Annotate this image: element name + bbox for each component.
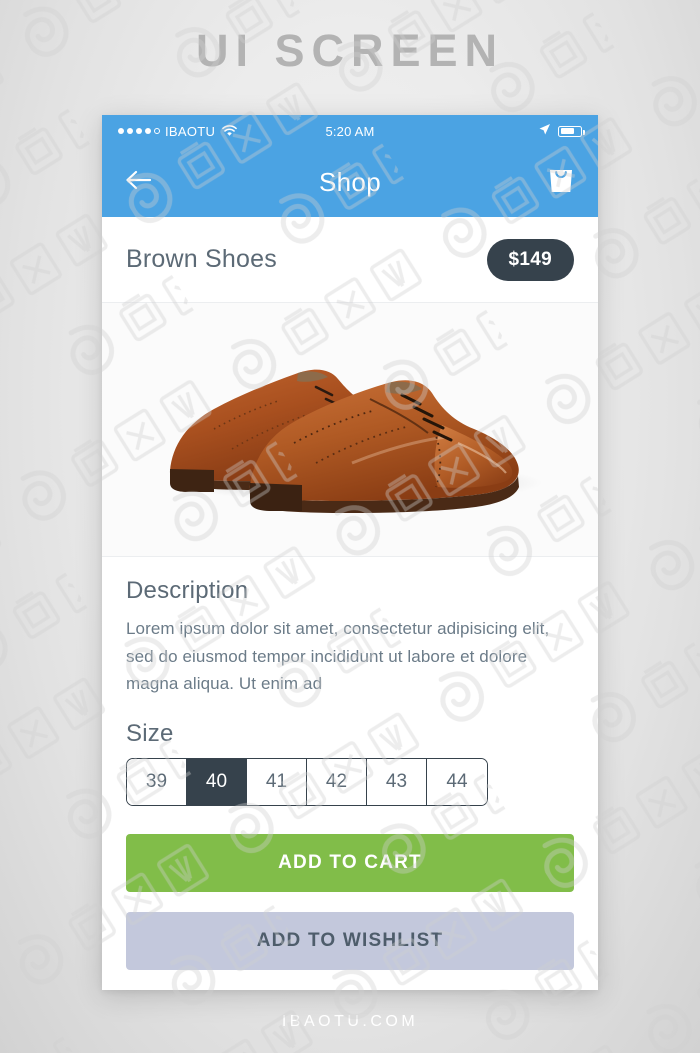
wifi-icon bbox=[222, 125, 238, 137]
price-badge[interactable]: $149 bbox=[486, 238, 574, 281]
shopping-bag-icon bbox=[546, 164, 576, 201]
product-name: Brown Shoes bbox=[126, 245, 277, 273]
status-bar-left: IBAOTU bbox=[118, 123, 238, 139]
size-option-39[interactable]: 39 bbox=[127, 758, 187, 805]
description-heading: Description bbox=[126, 577, 249, 604]
cart-button[interactable] bbox=[546, 164, 576, 201]
carrier-label: IBAOTU bbox=[165, 123, 216, 139]
size-option-42[interactable]: 42 bbox=[307, 758, 367, 805]
status-bar-right bbox=[538, 123, 585, 139]
product-image bbox=[102, 303, 598, 556]
signal-strength-icon bbox=[118, 128, 160, 134]
battery-icon bbox=[558, 125, 585, 137]
add-to-cart-button[interactable]: ADD TO CART bbox=[126, 833, 574, 892]
site-footer: IBAOTU.COM bbox=[281, 1012, 419, 1030]
location-arrow-icon bbox=[538, 123, 551, 139]
page-title: UI SCREEN bbox=[195, 25, 505, 76]
back-button[interactable] bbox=[124, 169, 154, 196]
product-image-area bbox=[102, 303, 598, 557]
size-option-41[interactable]: 41 bbox=[247, 758, 307, 805]
status-bar: IBAOTU 5:20 AM bbox=[102, 115, 598, 147]
app-nav-bar: Shop bbox=[102, 147, 598, 217]
product-header-row: Brown Shoes $149 bbox=[102, 217, 598, 303]
phone-screen-mockup: IBAOTU 5:20 AM Shop Brown Shoes $149 Des… bbox=[102, 115, 598, 990]
size-option-40[interactable]: 40 bbox=[187, 758, 247, 805]
description-body: Lorem ipsum dolor sit amet, consectetur … bbox=[126, 619, 550, 694]
size-option-44[interactable]: 44 bbox=[427, 758, 487, 805]
product-details: Description Lorem ipsum dolor sit amet, … bbox=[102, 557, 598, 970]
action-buttons: ADD TO CART ADD TO WISHLIST bbox=[126, 833, 574, 970]
size-heading: Size bbox=[126, 719, 174, 747]
add-to-wishlist-button[interactable]: ADD TO WISHLIST bbox=[126, 911, 574, 970]
arrow-left-icon bbox=[124, 169, 154, 196]
size-selector[interactable]: 39 40 41 42 43 44 bbox=[126, 757, 488, 806]
nav-title: Shop bbox=[319, 166, 381, 197]
size-option-43[interactable]: 43 bbox=[367, 758, 427, 805]
